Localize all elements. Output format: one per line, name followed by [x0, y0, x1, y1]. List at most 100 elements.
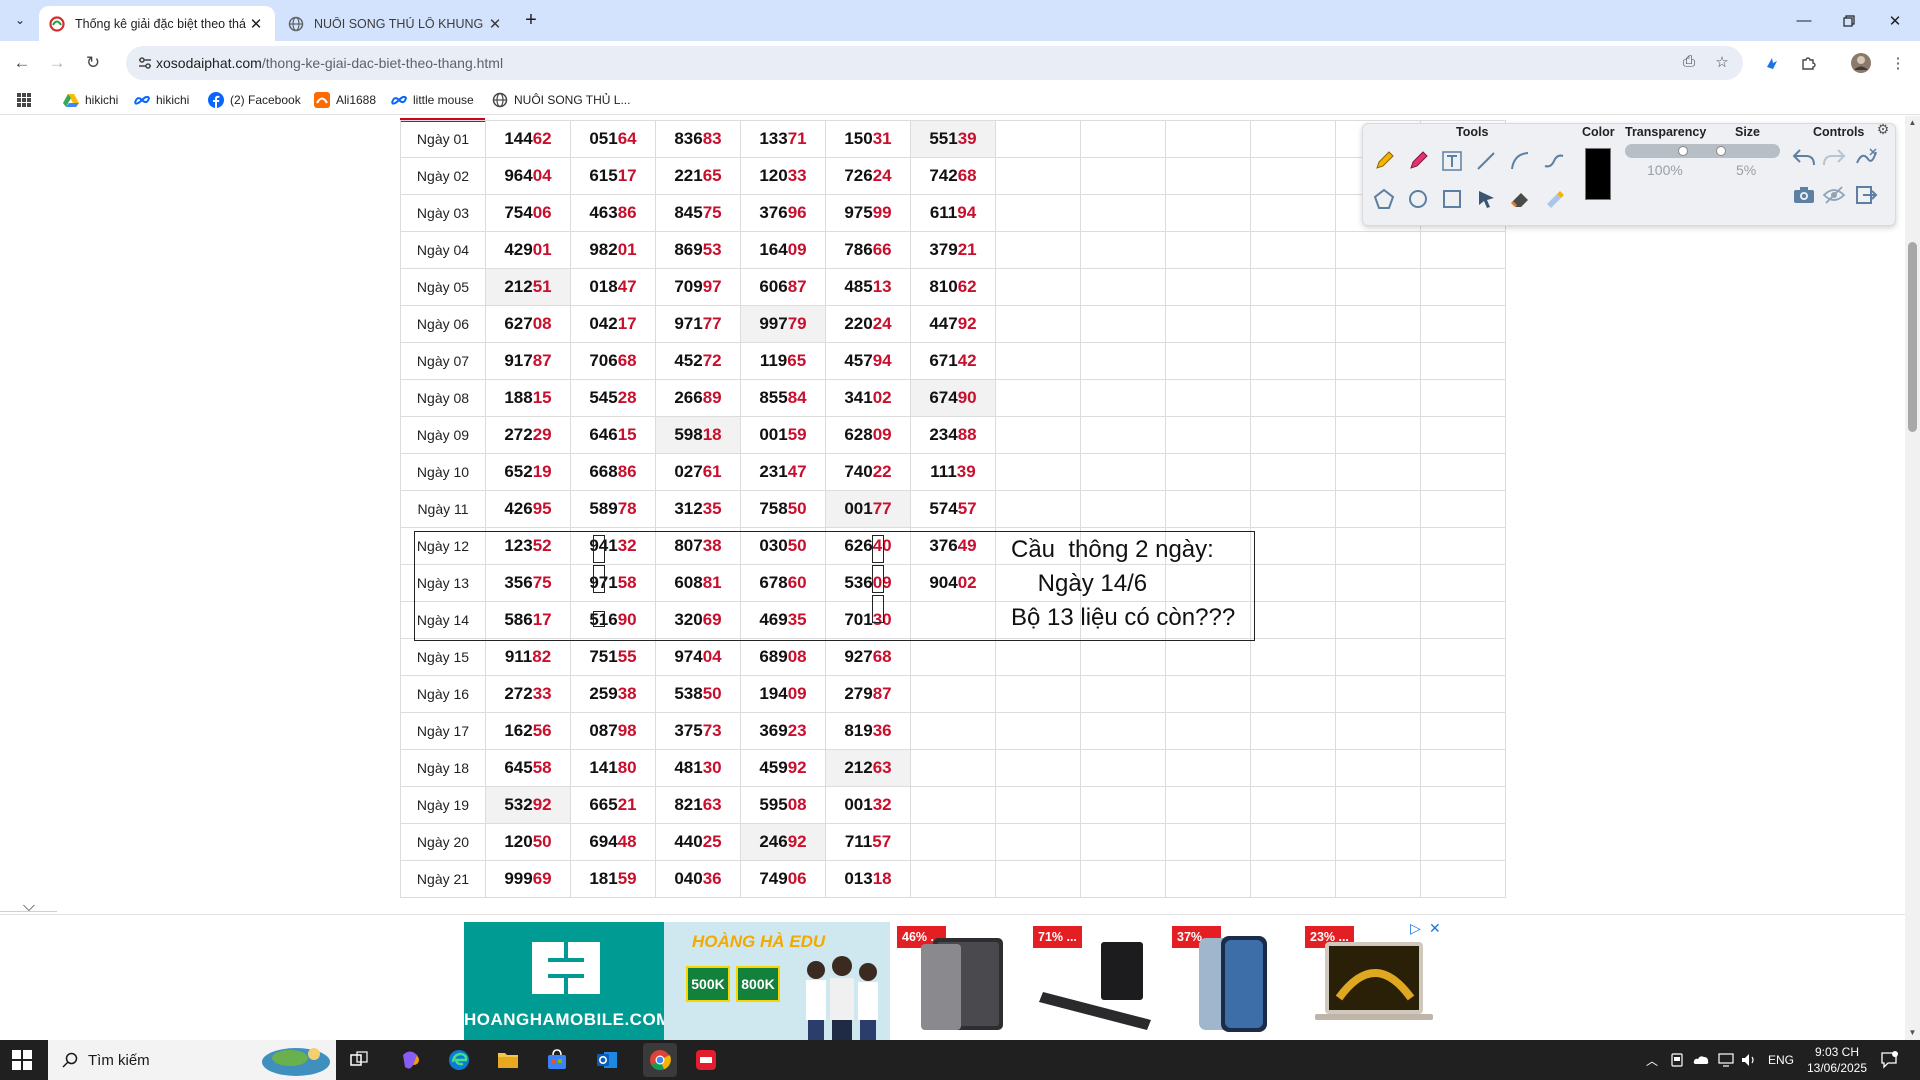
- reload-button[interactable]: ↻: [79, 49, 107, 77]
- minimize-button[interactable]: —: [1782, 0, 1826, 41]
- app-red-icon[interactable]: [692, 1046, 720, 1074]
- taskbar-search[interactable]: Tìm kiếm: [48, 1040, 336, 1080]
- ad-close-icon[interactable]: ✕: [1429, 920, 1441, 937]
- prize-tail-digits: 09: [787, 684, 807, 703]
- ad-choices-icon[interactable]: ▷: [1410, 920, 1421, 937]
- extensions-puzzle-icon[interactable]: [1796, 51, 1820, 75]
- ad-product-soundbar[interactable]: 71% ...: [1033, 922, 1163, 1040]
- slider-knob[interactable]: [1716, 146, 1726, 156]
- tab-inactive[interactable]: NUÔI SONG THỦ LÔ KHUNG 2 ✕: [278, 6, 514, 41]
- page-scrollbar[interactable]: ▲ ▼: [1905, 116, 1920, 1040]
- bookmark-item[interactable]: NUÔI SONG THỦ L...: [492, 91, 630, 109]
- store-icon[interactable]: [543, 1046, 571, 1074]
- ad-product-tablet[interactable]: 46% ...: [897, 922, 1017, 1040]
- transparency-heading: Transparency: [1625, 125, 1707, 139]
- new-tab-button[interactable]: +: [519, 9, 543, 33]
- tab-active[interactable]: Thống kê giải đặc biệt theo thá ✕: [39, 6, 275, 41]
- clear-canvas-icon[interactable]: [1852, 143, 1880, 171]
- transparency-slider[interactable]: [1625, 144, 1725, 158]
- expand-button[interactable]: ⌵: [14, 893, 44, 914]
- copilot-icon[interactable]: [396, 1046, 424, 1074]
- tray-device-icon[interactable]: [1670, 1040, 1684, 1080]
- apps-grid-icon[interactable]: [16, 91, 32, 109]
- curve-tool-icon[interactable]: [1506, 147, 1534, 175]
- tray-network-icon[interactable]: [1718, 1040, 1734, 1080]
- prize-cell: 92768: [825, 638, 911, 676]
- restore-button[interactable]: [1827, 0, 1871, 41]
- circle-tool-icon[interactable]: [1404, 185, 1432, 213]
- soundbar-image: [1039, 942, 1151, 1030]
- prize-head-digits: 001: [759, 425, 788, 444]
- prize-head-digits: 911: [504, 647, 533, 666]
- tab-search-button[interactable]: ⌄: [8, 8, 32, 32]
- profile-avatar[interactable]: [1849, 51, 1873, 75]
- forward-button[interactable]: →: [43, 49, 71, 77]
- ad-product-phone[interactable]: 37% ...: [1169, 922, 1279, 1040]
- ad-hoangha-edu[interactable]: HOÀNG HÀ EDU 500K 800K: [664, 922, 890, 1040]
- prize-tail-digits: 63: [872, 758, 892, 777]
- polygon-tool-icon[interactable]: [1370, 185, 1398, 213]
- marker-icon[interactable]: [1404, 147, 1432, 175]
- install-app-icon[interactable]: ⎙: [1679, 53, 1699, 73]
- bookmark-item[interactable]: hikichi: [63, 91, 118, 109]
- polyline-tool-icon[interactable]: [1540, 147, 1568, 175]
- site-settings-icon[interactable]: [136, 54, 154, 72]
- address-bar[interactable]: xosodaiphat.com/thong-ke-giai-dac-biet-t…: [126, 46, 1743, 80]
- close-icon[interactable]: ✕: [247, 15, 265, 33]
- pointer-tool-icon[interactable]: [1472, 185, 1500, 213]
- prize-tail-digits: 94: [872, 351, 892, 370]
- scroll-down-icon[interactable]: ▼: [1905, 1026, 1920, 1040]
- eraser-icon[interactable]: [1506, 185, 1534, 213]
- highlighter-icon[interactable]: [1540, 185, 1568, 213]
- language-indicator[interactable]: ENG: [1768, 1040, 1794, 1080]
- close-icon[interactable]: ✕: [486, 15, 504, 33]
- kebab-menu-icon[interactable]: ⋮: [1886, 51, 1910, 75]
- prize-cell: 03050: [740, 527, 826, 565]
- ad-product-laptop[interactable]: 23% ...: [1305, 922, 1435, 1040]
- undo-icon[interactable]: [1790, 143, 1818, 171]
- scrollbar-thumb[interactable]: [1908, 242, 1917, 432]
- tray-volume-icon[interactable]: [1741, 1040, 1757, 1080]
- close-window-button[interactable]: ✕: [1873, 0, 1917, 41]
- file-explorer-icon[interactable]: [494, 1046, 522, 1074]
- system-clock[interactable]: 9:03 CH 13/06/2025: [1802, 1044, 1872, 1076]
- prize-tail-digits: 17: [617, 166, 637, 185]
- bookmark-item[interactable]: (2) Facebook: [208, 91, 301, 109]
- windows-start-icon[interactable]: [12, 1050, 32, 1070]
- prize-cell: 34102: [825, 379, 911, 417]
- empty-cell: [995, 749, 1081, 787]
- line-tool-icon[interactable]: [1472, 147, 1500, 175]
- prize-tail-digits: 66: [872, 240, 892, 259]
- ad-coupon: 800K: [736, 966, 780, 1002]
- tray-chevron-icon[interactable]: ︿: [1646, 1040, 1658, 1080]
- notification-icon[interactable]: [1880, 1040, 1898, 1080]
- text-tool-icon[interactable]: [1438, 147, 1466, 175]
- ad-hoanghamobile[interactable]: HOANGHAMOBILE.COM: [464, 922, 670, 1040]
- chrome-icon[interactable]: [643, 1043, 677, 1077]
- task-view-icon[interactable]: [345, 1046, 373, 1074]
- color-swatch[interactable]: [1585, 148, 1611, 200]
- exit-icon[interactable]: [1852, 181, 1880, 209]
- tray-onedrive-icon[interactable]: [1693, 1040, 1709, 1080]
- prize-tail-digits: 68: [957, 166, 977, 185]
- outlook-icon[interactable]: [593, 1046, 621, 1074]
- bookmark-item[interactable]: little mouse: [391, 91, 474, 109]
- slider-knob[interactable]: [1678, 146, 1688, 156]
- back-button[interactable]: ←: [8, 49, 36, 77]
- camera-icon[interactable]: [1790, 181, 1818, 209]
- redo-icon[interactable]: [1820, 143, 1848, 171]
- bookmark-star-icon[interactable]: ☆: [1712, 53, 1732, 73]
- scroll-up-icon[interactable]: ▲: [1905, 116, 1920, 130]
- rectangle-tool-icon[interactable]: [1438, 185, 1466, 213]
- settings-gear-icon[interactable]: ⚙: [1872, 118, 1894, 140]
- prize-head-digits: 606: [759, 277, 788, 296]
- bookmark-item[interactable]: hikichi: [134, 91, 189, 109]
- pencil-icon[interactable]: [1370, 147, 1398, 175]
- empty-cell: [1165, 268, 1251, 306]
- empty-cell: [1420, 527, 1506, 565]
- edge-icon[interactable]: [445, 1046, 473, 1074]
- prize-tail-digits: 08: [532, 314, 552, 333]
- hide-eye-icon[interactable]: [1820, 181, 1848, 209]
- extension-icon[interactable]: [1760, 51, 1784, 75]
- bookmark-item[interactable]: Ali1688: [314, 91, 376, 109]
